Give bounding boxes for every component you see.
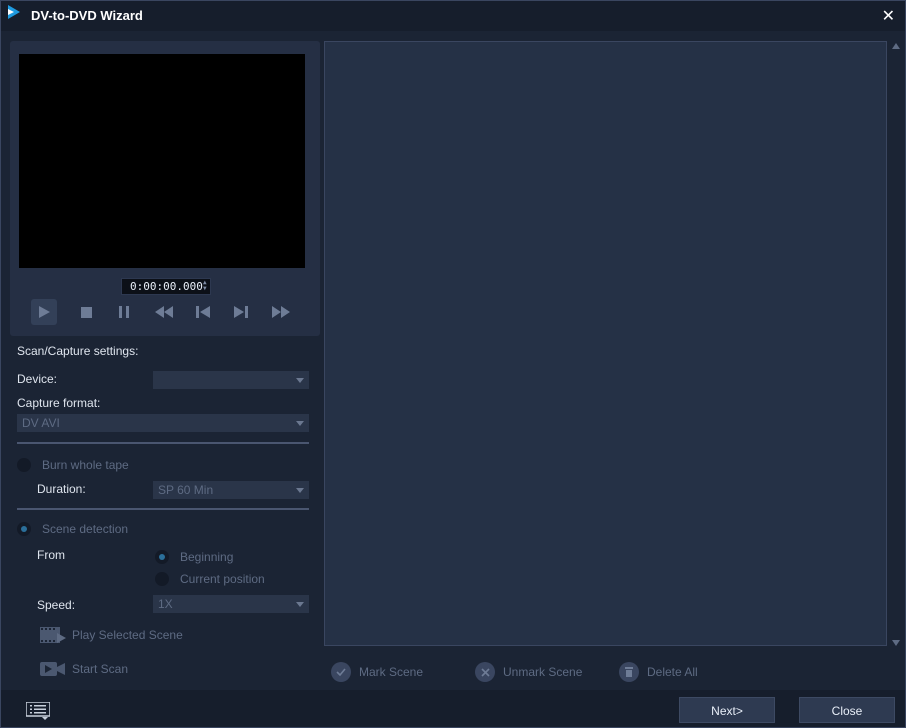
title-bar: DV-to-DVD Wizard ✕ (1, 1, 905, 31)
transport-controls (31, 299, 311, 325)
unmark-scene-button[interactable]: Unmark Scene (475, 661, 582, 683)
capture-format-select[interactable]: DV AVI (17, 414, 309, 432)
list-menu-icon[interactable] (26, 702, 50, 720)
start-scan-label[interactable]: Start Scan (72, 662, 128, 676)
duration-select[interactable]: SP 60 Min (153, 481, 309, 499)
play-button[interactable] (31, 299, 57, 325)
from-beginning-radio[interactable] (155, 550, 169, 564)
skip-back-icon (196, 306, 210, 318)
checkmark-icon (331, 662, 351, 682)
from-beginning-label: Beginning (180, 550, 234, 564)
rewind-icon (155, 306, 173, 318)
rewind-button[interactable] (151, 299, 177, 325)
scene-list-scrollbar[interactable] (889, 41, 903, 648)
close-button[interactable]: Close (799, 697, 895, 723)
settings-heading: Scan/Capture settings: (17, 344, 139, 358)
duration-value: SP 60 Min (158, 483, 214, 497)
stop-icon (80, 306, 92, 318)
next-button[interactable]: Next> (679, 697, 775, 723)
scene-list[interactable] (324, 41, 887, 646)
device-label: Device: (17, 372, 58, 386)
chevron-down-icon (296, 378, 304, 383)
mark-scene-button[interactable]: Mark Scene (331, 661, 423, 683)
divider (17, 442, 309, 444)
play-icon (39, 306, 50, 318)
timecode-spin-icon[interactable]: ▲ ▼ (203, 280, 209, 292)
chevron-down-icon (296, 602, 304, 607)
burn-whole-tape-label: Burn whole tape (42, 458, 129, 472)
scroll-down-icon[interactable] (892, 640, 900, 646)
timecode-display[interactable]: 0:00:00.000 ▲ ▼ (121, 278, 211, 295)
delete-all-label: Delete All (647, 665, 698, 679)
from-current-position-label: Current position (180, 572, 265, 586)
divider (17, 508, 309, 510)
from-current-position-radio[interactable] (155, 572, 169, 586)
speed-label: Speed: (37, 598, 76, 612)
delete-all-button[interactable]: Delete All (619, 661, 698, 683)
scene-detection-radio[interactable] (17, 522, 31, 536)
video-camera-icon[interactable] (40, 659, 66, 679)
chevron-down-icon (296, 488, 304, 493)
from-label: From (37, 548, 65, 562)
pause-button[interactable] (111, 299, 137, 325)
timecode-value: 0:00:00.000 (130, 280, 203, 293)
previous-frame-button[interactable] (190, 299, 216, 325)
burn-whole-tape-radio[interactable] (17, 458, 31, 472)
chevron-down-icon (296, 421, 304, 426)
next-frame-button[interactable] (228, 299, 254, 325)
play-selected-scene-label[interactable]: Play Selected Scene (72, 628, 183, 642)
film-play-icon[interactable] (40, 625, 66, 645)
skip-forward-icon (234, 306, 248, 318)
fast-forward-icon (272, 306, 290, 318)
wizard-window: DV-to-DVD Wizard ✕ 0:00:00.000 ▲ ▼ Scan/… (0, 0, 906, 728)
unmark-scene-label: Unmark Scene (503, 665, 583, 679)
duration-label: Duration: (37, 482, 86, 496)
window-title: DV-to-DVD Wizard (31, 8, 143, 23)
video-preview (19, 54, 305, 268)
speed-select[interactable]: 1X (153, 595, 309, 613)
mark-scene-label: Mark Scene (359, 665, 424, 679)
capture-format-value: DV AVI (22, 416, 60, 430)
speed-value: 1X (158, 597, 173, 611)
app-logo-icon (8, 5, 20, 19)
preview-panel: 0:00:00.000 ▲ ▼ (10, 41, 320, 336)
device-select[interactable] (153, 371, 309, 389)
scene-detection-label: Scene detection (42, 522, 129, 536)
x-circle-icon (475, 662, 495, 682)
close-window-icon[interactable]: ✕ (882, 6, 895, 26)
trash-icon (619, 662, 639, 682)
capture-format-label: Capture format: (17, 396, 101, 410)
stop-button[interactable] (73, 299, 99, 325)
scroll-up-icon[interactable] (892, 43, 900, 49)
fast-forward-button[interactable] (268, 299, 294, 325)
pause-icon (119, 306, 129, 318)
